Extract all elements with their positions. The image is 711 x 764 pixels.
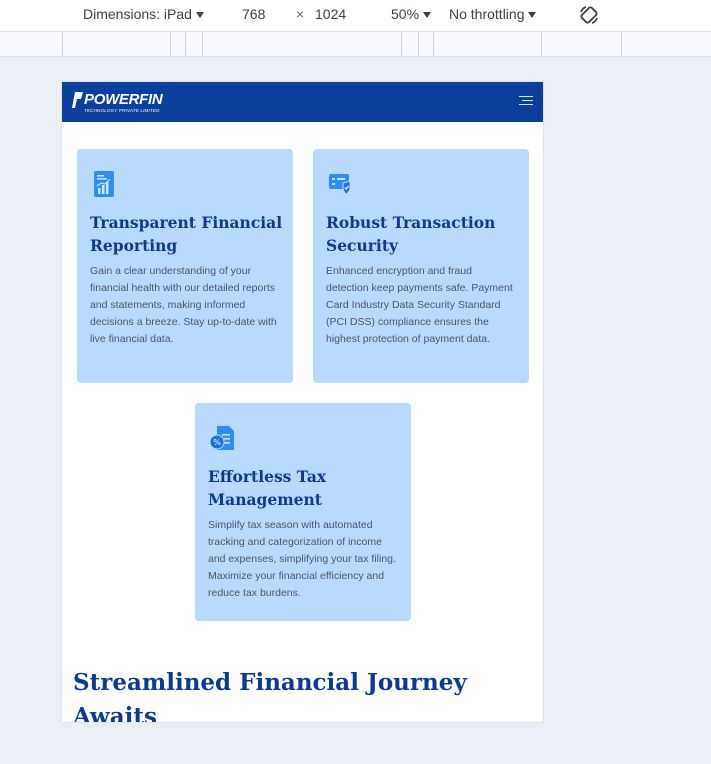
card-description: Simplify tax season with automated track…	[208, 519, 396, 599]
menu-line	[522, 100, 533, 101]
menu-line	[519, 96, 533, 97]
logo-mark-icon	[72, 92, 83, 108]
throttling-dropdown[interactable]: No throttling	[449, 6, 537, 22]
rotate-icon	[580, 6, 598, 24]
feature-card-reporting: Transparent Financial Reporting Gain a c…	[77, 149, 293, 383]
card-description: Enhanced encryption and fraud detection …	[326, 265, 513, 345]
card-title: Robust Transaction Security	[326, 213, 496, 255]
chevron-down-icon	[528, 12, 537, 19]
height-input[interactable]: 1024	[315, 6, 346, 22]
media-query-ruler	[0, 31, 711, 57]
throttling-label: No throttling	[449, 6, 525, 22]
card-title: Effortless Tax Management	[208, 467, 327, 509]
hamburger-menu-button[interactable]	[519, 96, 533, 108]
dimensions-label: Dimensions: iPad	[83, 6, 192, 22]
times-icon: ×	[296, 6, 305, 22]
dimensions-dropdown[interactable]: Dimensions: iPad	[83, 6, 204, 22]
svg-text:%: %	[213, 438, 221, 447]
site-header: POWERFIN TECHNOLOGY PRIVATE LIMITED	[62, 82, 543, 122]
chevron-down-icon	[195, 12, 204, 19]
feature-card-tax: % Effortless Tax Management Simplify tax…	[195, 403, 411, 621]
report-icon	[94, 171, 114, 197]
devtools-toolbar: Dimensions: iPad 768 × 1024 50% No throt…	[0, 0, 711, 31]
tax-document-icon: %	[209, 426, 234, 450]
chevron-down-icon	[423, 12, 432, 19]
feature-card-security: Robust Transaction Security Enhanced enc…	[313, 149, 529, 383]
section-heading: Streamlined Financial Journey Awaits	[73, 669, 467, 722]
zoom-dropdown[interactable]: 50%	[391, 6, 432, 22]
secure-card-icon	[329, 174, 351, 195]
menu-line	[519, 104, 533, 105]
rotate-button[interactable]	[578, 4, 600, 29]
device-viewport: POWERFIN TECHNOLOGY PRIVATE LIMITED Tran…	[62, 82, 543, 722]
card-title: Transparent Financial Reporting	[90, 213, 283, 255]
zoom-label: 50%	[391, 6, 420, 22]
card-description: Gain a clear understanding of your finan…	[90, 265, 277, 345]
logo-tagline: TECHNOLOGY PRIVATE LIMITED	[84, 108, 160, 113]
logo-name: POWERFIN	[84, 91, 163, 108]
width-input[interactable]: 768	[242, 6, 265, 22]
